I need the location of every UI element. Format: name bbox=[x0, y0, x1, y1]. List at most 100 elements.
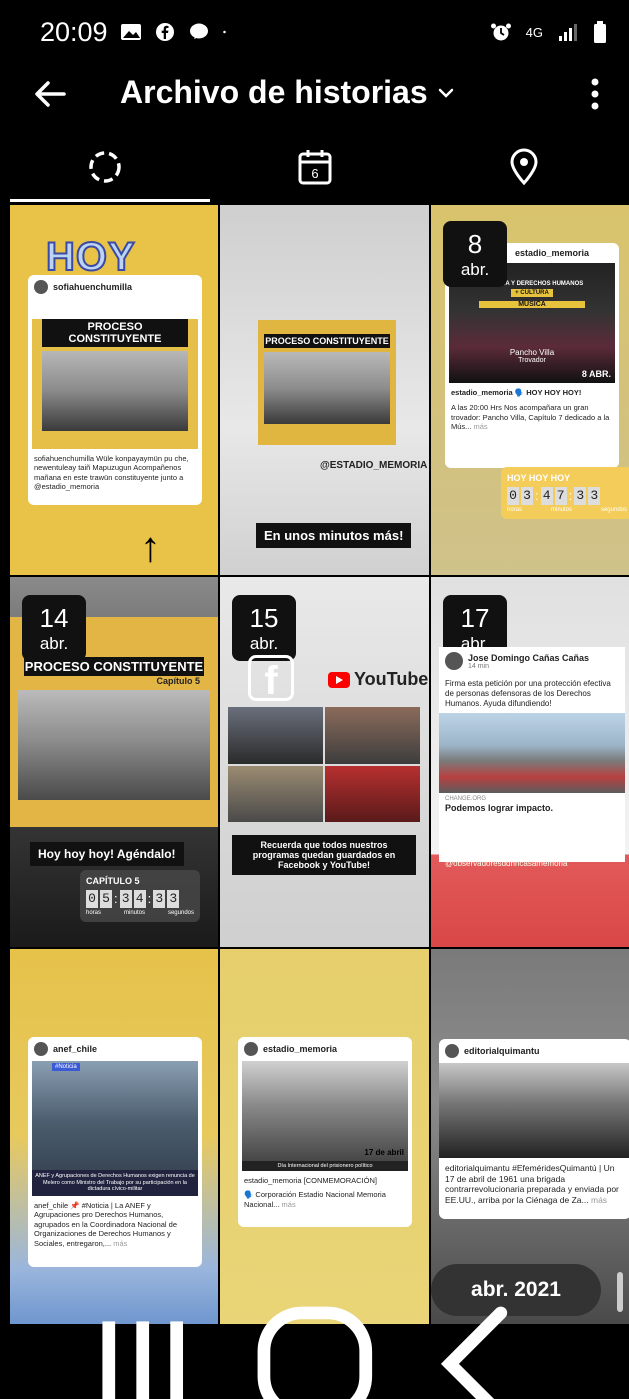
story-tile[interactable]: estadio_memoria MEMORIA Y DERECHOS HUMAN… bbox=[431, 205, 629, 575]
avatar bbox=[34, 1042, 48, 1056]
date-day: 15 bbox=[249, 602, 279, 633]
calendar-icon: 6 bbox=[298, 150, 331, 185]
panel-photo bbox=[18, 690, 210, 800]
poster-date: 8 ABR. bbox=[581, 369, 611, 379]
avatar bbox=[34, 280, 48, 294]
scrollbar-thumb[interactable] bbox=[617, 1272, 623, 1312]
date-month: abr. bbox=[39, 633, 69, 653]
tab-map[interactable] bbox=[419, 132, 629, 202]
more-link[interactable]: más bbox=[113, 1239, 127, 1248]
date-day: 17 bbox=[460, 602, 490, 633]
story-tile[interactable]: estadio_memoria 17 de abril Día Internac… bbox=[220, 949, 429, 1324]
countdown-digits: 05: 34: 33 bbox=[86, 890, 194, 908]
home-icon[interactable] bbox=[230, 1279, 400, 1399]
alarm-icon bbox=[490, 23, 511, 41]
date-day: 14 bbox=[39, 602, 69, 633]
poster-subtitle: Capítulo 5 bbox=[156, 676, 200, 686]
tab-bar: 6 bbox=[0, 132, 629, 202]
messenger-icon bbox=[189, 23, 208, 39]
date-badge: 15 abr. bbox=[232, 595, 296, 661]
stories-grid: HOY sofiahuenchumilla PROCESO CONSTITUYE… bbox=[10, 205, 629, 1325]
story-tile[interactable]: editorialquimantu editorialquimantu #Efe… bbox=[431, 949, 629, 1324]
facebook-icon bbox=[155, 23, 174, 41]
more-options-icon[interactable] bbox=[589, 76, 601, 112]
poster-line: MÚSICA bbox=[479, 301, 585, 308]
post-card: estadio_memoria 17 de abril Día Internac… bbox=[238, 1037, 412, 1227]
post-text: Firma esta petición por una protección e… bbox=[445, 679, 611, 708]
post-photo: 17 de abril Día Internacional del prisio… bbox=[242, 1061, 408, 1171]
dot-icon bbox=[222, 30, 226, 34]
post-username: sofiahuenchumilla bbox=[53, 282, 133, 292]
link-domain: CHANGE.ORG bbox=[445, 796, 487, 802]
back-icon[interactable] bbox=[399, 1279, 569, 1399]
post-username: estadio_memoria bbox=[263, 1044, 338, 1054]
avatar bbox=[445, 1044, 459, 1058]
countdown-sticker: CAPÍTULO 5 05: 34: 33 horas minutos segund… bbox=[80, 870, 200, 922]
battery-icon bbox=[594, 21, 606, 43]
panel-photo bbox=[42, 351, 188, 431]
date-badge: 14 abr. bbox=[22, 595, 86, 661]
date-month: abr. bbox=[249, 633, 279, 653]
signal-icon bbox=[559, 24, 577, 41]
poster-image: PROCESO CONSTITUYENTE bbox=[32, 319, 198, 449]
date-month: abr. bbox=[460, 259, 490, 279]
tab-calendar[interactable]: 6 bbox=[210, 132, 420, 202]
date-badge: 8 abr. bbox=[443, 221, 507, 287]
post-photo: #Noticia ANEF y Agrupaciones de Derechos… bbox=[32, 1061, 198, 1196]
status-bar: 20:09 4G bbox=[0, 0, 629, 64]
countdown-title: HOY HOY HOY bbox=[507, 473, 571, 483]
location-pin-icon bbox=[510, 148, 538, 186]
youtube-play-icon bbox=[328, 671, 350, 688]
story-tile[interactable]: 15 abr. f YouTube Recuerda que todos nue… bbox=[220, 577, 429, 947]
system-nav-bar bbox=[0, 1306, 629, 1399]
post-card: sofiahuenchumilla PROCESO CONSTITUYENTE … bbox=[28, 275, 202, 505]
more-link[interactable]: más bbox=[591, 1195, 607, 1205]
video-tile bbox=[228, 707, 323, 764]
story-tile[interactable]: PROCESO CONSTITUYENTE Capítulo 5 14 abr.… bbox=[10, 577, 218, 947]
handle-label: @ESTADIO_MEMORIA bbox=[320, 460, 428, 471]
news-tag: #Noticia bbox=[52, 1063, 80, 1071]
gallery-icon bbox=[120, 24, 141, 40]
story-tile[interactable]: 17 abr. Jose Domingo Cañas Cañas 14 min … bbox=[431, 577, 629, 947]
post-photo bbox=[439, 1063, 629, 1158]
youtube-label: YouTube bbox=[354, 669, 429, 689]
avatar bbox=[445, 652, 463, 670]
title-dropdown[interactable]: Archivo de historias bbox=[120, 74, 456, 111]
post-username: estadio_memoria bbox=[515, 248, 590, 258]
story-banner: En unos minutos más! bbox=[256, 523, 412, 548]
video-tile bbox=[325, 765, 420, 822]
countdown-title: CAPÍTULO 5 bbox=[86, 876, 140, 886]
post-card: editorialquimantu editorialquimantu #Efe… bbox=[439, 1039, 629, 1219]
post-time: 14 min bbox=[468, 662, 490, 670]
story-tile[interactable]: HOY sofiahuenchumilla PROCESO CONSTITUYE… bbox=[10, 205, 218, 575]
panel-photo bbox=[264, 352, 390, 424]
post-date-label: 17 de abril bbox=[364, 1148, 404, 1157]
more-link[interactable]: más bbox=[282, 1200, 296, 1209]
post-username: editorialquimantu bbox=[464, 1046, 540, 1056]
date-day: 8 bbox=[467, 228, 483, 259]
post-caption: sofiahuenchumilla Wüle konpayaymün pu ch… bbox=[34, 454, 189, 492]
post-caption-2: 🗣️ Corporación Estadio Nacional Memoria … bbox=[244, 1190, 386, 1209]
artist-role: Trovador bbox=[518, 357, 546, 364]
story-banner: Hoy hoy hoy! Agéndalo! bbox=[30, 842, 184, 866]
network-type: 4G bbox=[525, 24, 543, 40]
more-link[interactable]: más bbox=[474, 422, 488, 431]
poster-line: + CULTURA bbox=[511, 289, 553, 297]
poster-title: PROCESO CONSTITUYENTE bbox=[42, 319, 188, 347]
post-caption: estadio_memoria [CONMEMORACIÓN] bbox=[244, 1176, 377, 1185]
tab-stories[interactable] bbox=[0, 132, 210, 202]
post-caption: anef_chile 📌 #Noticia | La ANEF y Agrupa… bbox=[34, 1201, 178, 1248]
app-bar: Archivo de historias bbox=[0, 64, 629, 124]
back-arrow-icon[interactable] bbox=[30, 74, 70, 114]
story-tile[interactable]: PROCESO CONSTITUYENTE @ESTADIO_MEMORIA E… bbox=[220, 205, 429, 575]
loading-circle-icon bbox=[89, 151, 121, 183]
video-tile bbox=[228, 765, 323, 822]
artist-name: Pancho Villa bbox=[509, 348, 555, 357]
post-photo bbox=[439, 713, 625, 793]
facebook-post: Jose Domingo Cañas Cañas 14 min Firma es… bbox=[439, 647, 625, 862]
recent-apps-icon[interactable] bbox=[60, 1279, 230, 1399]
hoy-sticker: HOY bbox=[45, 234, 136, 280]
post-username: anef_chile bbox=[53, 1044, 98, 1054]
story-banner: Recuerda que todos nuestros programas qu… bbox=[232, 835, 416, 875]
story-tile[interactable]: anef_chile #Noticia ANEF y Agrupaciones … bbox=[10, 949, 218, 1324]
